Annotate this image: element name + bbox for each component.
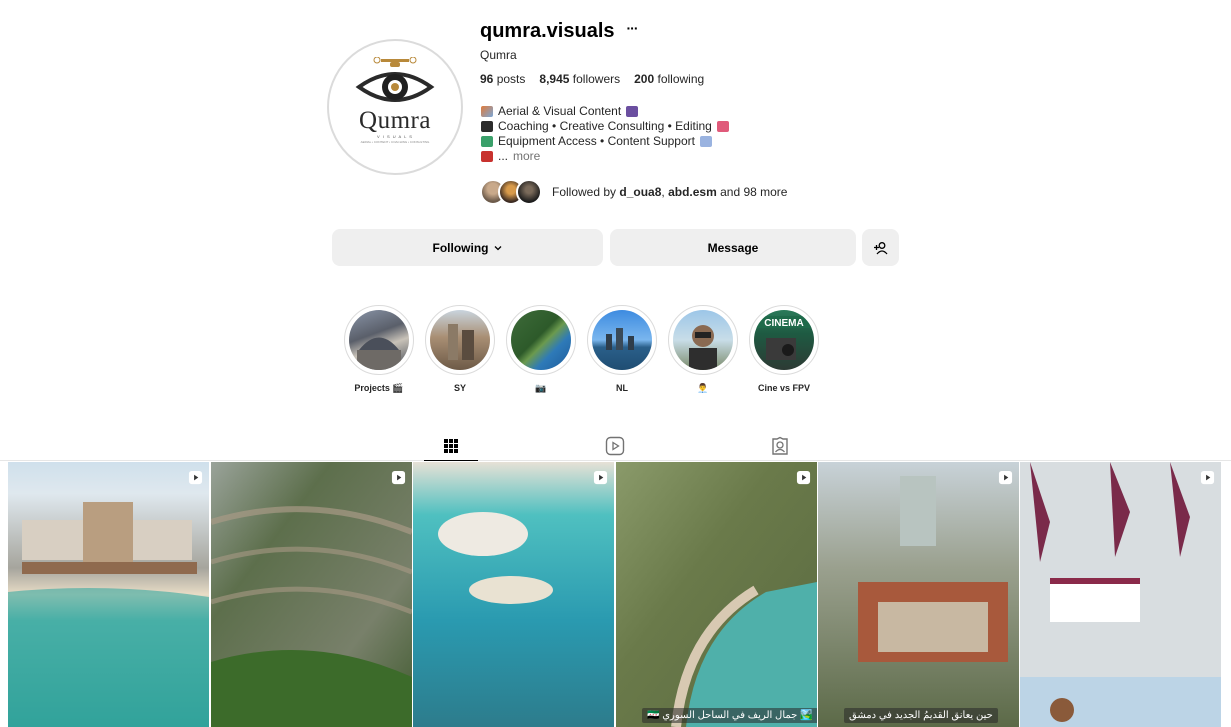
person-thumbnail [689, 325, 717, 370]
highlight-camera[interactable]: 📷 [505, 305, 577, 394]
clapper-emoji-icon [626, 106, 639, 117]
grid-icon [444, 439, 458, 453]
post-tile[interactable] [8, 462, 209, 727]
post-tile[interactable] [1020, 462, 1221, 727]
chart-emoji-icon [699, 136, 712, 147]
reel-icon [796, 470, 811, 485]
highlight-sy[interactable]: SY [424, 305, 496, 393]
reels-icon [605, 436, 625, 456]
suggested-users-button[interactable] [862, 229, 899, 266]
profile-username: qumra.visuals [480, 20, 615, 42]
drone-emoji-icon [481, 106, 493, 117]
tab-posts-grid[interactable] [424, 431, 478, 461]
highlight-nl[interactable]: NL [586, 305, 658, 393]
highlight-cover: CINEMA [754, 310, 814, 370]
active-tab-indicator [424, 460, 478, 461]
eye-logo-icon [355, 57, 435, 102]
cinema-thumbnail: CINEMA [754, 316, 814, 360]
bio-line: Coaching • Creative Consulting • Editing [481, 119, 729, 134]
reel-icon [391, 470, 406, 485]
profile-full-name: Qumra [480, 48, 517, 62]
post-tile[interactable]: حين يعانق القديمُ الجديد في دمشق [818, 462, 1019, 727]
highlight-projects[interactable]: Projects 🎬 [343, 305, 415, 394]
recycle-emoji-icon [481, 136, 493, 147]
message-button[interactable]: Message [610, 229, 856, 266]
building-thumbnail [357, 337, 401, 370]
reel-icon [188, 470, 203, 485]
followers-stat[interactable]: 8,945 followers [539, 72, 620, 86]
tabs-divider [0, 460, 1231, 461]
highlight-cine-vs-fpv[interactable]: CINEMA Cine vs FPV [748, 305, 820, 393]
chevron-down-icon [494, 245, 501, 250]
post-tile[interactable] [413, 462, 614, 727]
pin-emoji-icon [481, 151, 493, 162]
following-button[interactable]: Following [332, 229, 603, 266]
highlight-profile[interactable]: 👨‍💼 [667, 305, 739, 394]
bio-more-link[interactable]: more [513, 149, 540, 164]
username-row: qumra.visuals ··· [480, 20, 639, 43]
following-stat[interactable]: 200 following [634, 72, 704, 86]
highlight-cover [430, 310, 490, 370]
bio-line: Aerial & Visual Content [481, 104, 729, 119]
tab-reels[interactable] [588, 431, 642, 461]
qumra-logo: Qumra V I S U A L S AERIAL • CONTENT • C… [333, 45, 457, 169]
post-thumbnail [413, 462, 614, 727]
post-caption: حين يعانق القديمُ الجديد في دمشق [844, 708, 998, 723]
highlight-cover [511, 310, 571, 370]
post-tile[interactable]: 🏞️ جمال الريف في الساحل السوري 🇸🇾 [616, 462, 817, 727]
post-thumbnail [211, 462, 412, 727]
post-thumbnail [818, 462, 1019, 727]
reel-icon [593, 470, 608, 485]
profile-stats: 96 posts 8,945 followers 200 following [480, 72, 704, 86]
graduation-cap-emoji-icon [481, 121, 493, 132]
bio-line: Equipment Access • Content Support [481, 134, 729, 149]
skyline-thumbnail [606, 328, 634, 350]
profile-bio: Aerial & Visual Content Coaching • Creat… [481, 104, 729, 164]
post-caption: 🏞️ جمال الريف في الساحل السوري 🇸🇾 [642, 708, 817, 723]
profile-avatar[interactable]: Qumra V I S U A L S AERIAL • CONTENT • C… [327, 39, 463, 175]
posts-stat: 96 posts [480, 72, 526, 86]
post-thumbnail [1020, 462, 1221, 727]
logo-subtitle: V I S U A L S [377, 134, 413, 139]
city-thumbnail [448, 324, 474, 360]
bio-line: ... more [481, 149, 729, 164]
post-thumbnail [8, 462, 209, 727]
reel-icon [998, 470, 1013, 485]
logo-tagline: AERIAL • CONTENT • COACHING • CONSULTING [360, 140, 430, 144]
scissors-emoji-icon [716, 121, 729, 132]
highlight-cover [673, 310, 733, 370]
post-thumbnail [616, 462, 817, 727]
highlight-cover [592, 310, 652, 370]
followed-by-text: Followed by d_oua8, abd.esm and 98 more [552, 185, 788, 199]
add-user-icon [873, 241, 887, 254]
highlight-cover [349, 310, 409, 370]
reel-icon [1200, 470, 1215, 485]
tab-tagged[interactable] [753, 431, 807, 461]
tagged-icon [772, 436, 788, 455]
svg-text:CINEMA: CINEMA [764, 318, 803, 329]
logo-wordmark: Qumra [359, 107, 431, 134]
follower-avatar [516, 179, 542, 205]
post-tile[interactable] [211, 462, 412, 727]
more-options-icon[interactable]: ··· [627, 20, 639, 36]
followed-by[interactable]: Followed by d_oua8, abd.esm and 98 more [480, 179, 787, 205]
